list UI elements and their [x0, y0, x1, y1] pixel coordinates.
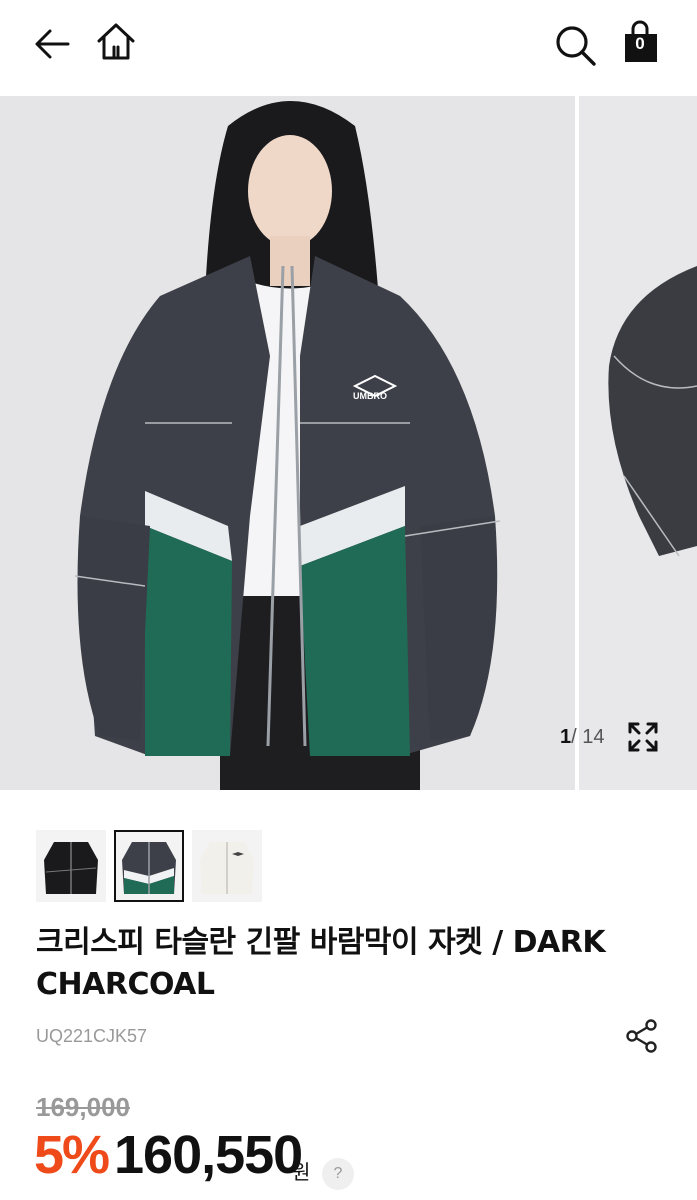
cart-count: 0	[635, 34, 645, 53]
search-icon[interactable]	[552, 22, 598, 68]
image-pager: 1/ 14	[560, 726, 605, 749]
currency-label: 원	[292, 1160, 311, 1184]
svg-text:UMBRO: UMBRO	[353, 391, 387, 401]
arrow-left-icon[interactable]	[30, 24, 74, 64]
model-wearing-jacket-image: UMBRO	[74, 101, 501, 790]
pager-current: 1	[560, 726, 572, 748]
home-icon[interactable]	[94, 20, 138, 64]
cart-button[interactable]: 0	[622, 20, 662, 64]
product-title: 크리스피 타슬란 긴팔 바람막이 자켓 / DARK CHARCOAL	[36, 925, 606, 1002]
product-image-main[interactable]: UMBRO	[0, 96, 575, 790]
next-jacket-image	[608, 266, 697, 557]
original-price: 169,000	[36, 1092, 130, 1122]
thumbnail-black-jacket[interactable]	[36, 830, 106, 902]
product-image-gallery[interactable]: UMBRO 1/ 14	[0, 96, 697, 790]
top-bar: 0	[0, 0, 697, 96]
product-image-next[interactable]	[579, 96, 697, 790]
thumbnail-charcoal-green-jacket[interactable]	[114, 830, 184, 902]
discount-rate: 5%	[34, 1125, 110, 1185]
share-icon[interactable]	[624, 1018, 660, 1054]
pager-total: 14	[582, 726, 605, 748]
product-sku: UQ221CJK57	[36, 1026, 148, 1046]
price-help-button[interactable]: ?	[322, 1158, 354, 1190]
thumbnail-ivory-jacket[interactable]	[192, 830, 262, 902]
pager-separator: /	[571, 726, 577, 748]
sale-price: 160,550	[114, 1125, 303, 1185]
expand-icon[interactable]	[626, 720, 660, 754]
